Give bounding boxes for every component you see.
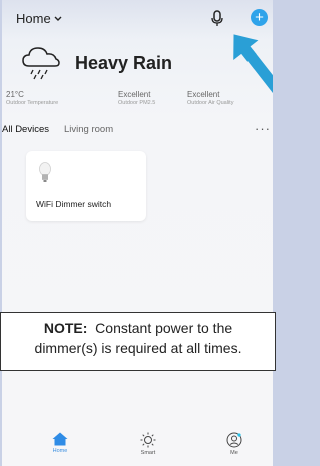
pointer-arrow	[233, 34, 273, 95]
room-tabs: All Devices Living room ···	[2, 121, 273, 139]
metric-label: Outdoor PM2.5	[118, 100, 156, 106]
weather-summary: Heavy Rain	[20, 46, 172, 80]
nav-smart[interactable]: Smart	[128, 432, 168, 456]
home-selector[interactable]: Home	[16, 11, 62, 26]
metric-air-quality: Excellent Outdoor Air Quality	[187, 90, 233, 106]
metric-value: Excellent	[118, 90, 151, 99]
metric-label: Outdoor Air Quality	[187, 100, 234, 106]
metric-temperature: 21°C Outdoor Temperature	[6, 90, 58, 106]
nav-label: Me	[230, 450, 238, 456]
note-text-1: Constant power to the	[95, 320, 233, 336]
tab-all-devices[interactable]: All Devices	[2, 124, 49, 135]
home-icon	[52, 432, 68, 446]
add-device-button[interactable]: +	[251, 9, 268, 26]
note-text-2: dimmer(s) is required at all times.	[34, 340, 242, 356]
metric-pm25: Excellent Outdoor PM2.5	[118, 90, 155, 106]
light-bulb-icon	[39, 162, 51, 182]
weather-title: Heavy Rain	[75, 52, 173, 73]
device-name: WiFi Dimmer switch	[36, 199, 112, 209]
bottom-navigation: Home Smart Me	[2, 422, 273, 466]
note-callout: NOTE: Constant power to the dimmer(s) is…	[0, 312, 276, 371]
nav-label: Home	[52, 448, 68, 454]
tab-living-room[interactable]: Living room	[64, 124, 113, 135]
note-line-1: NOTE: Constant power to the	[1, 318, 275, 338]
plus-icon: +	[255, 9, 264, 26]
metric-value: 21°C	[6, 90, 24, 99]
device-card[interactable]: WiFi Dimmer switch	[26, 151, 146, 221]
chevron-down-icon	[54, 16, 62, 21]
app-screen: Home + Heavy Rain 21°C Outdoor Temperatu…	[2, 0, 273, 466]
sun-icon	[140, 432, 156, 448]
nav-me[interactable]: Me	[214, 432, 254, 456]
microphone-icon[interactable]	[210, 9, 224, 27]
metric-value: Excellent	[187, 90, 220, 99]
metric-label: Outdoor Temperature	[6, 100, 59, 106]
nav-label: Smart	[140, 450, 156, 456]
more-options-icon[interactable]: ···	[255, 121, 271, 136]
rain-cloud-icon	[22, 47, 60, 80]
nav-home[interactable]: Home	[40, 432, 80, 454]
note-label: NOTE:	[43, 320, 88, 336]
home-selector-label: Home	[16, 11, 51, 26]
user-icon	[226, 432, 242, 448]
